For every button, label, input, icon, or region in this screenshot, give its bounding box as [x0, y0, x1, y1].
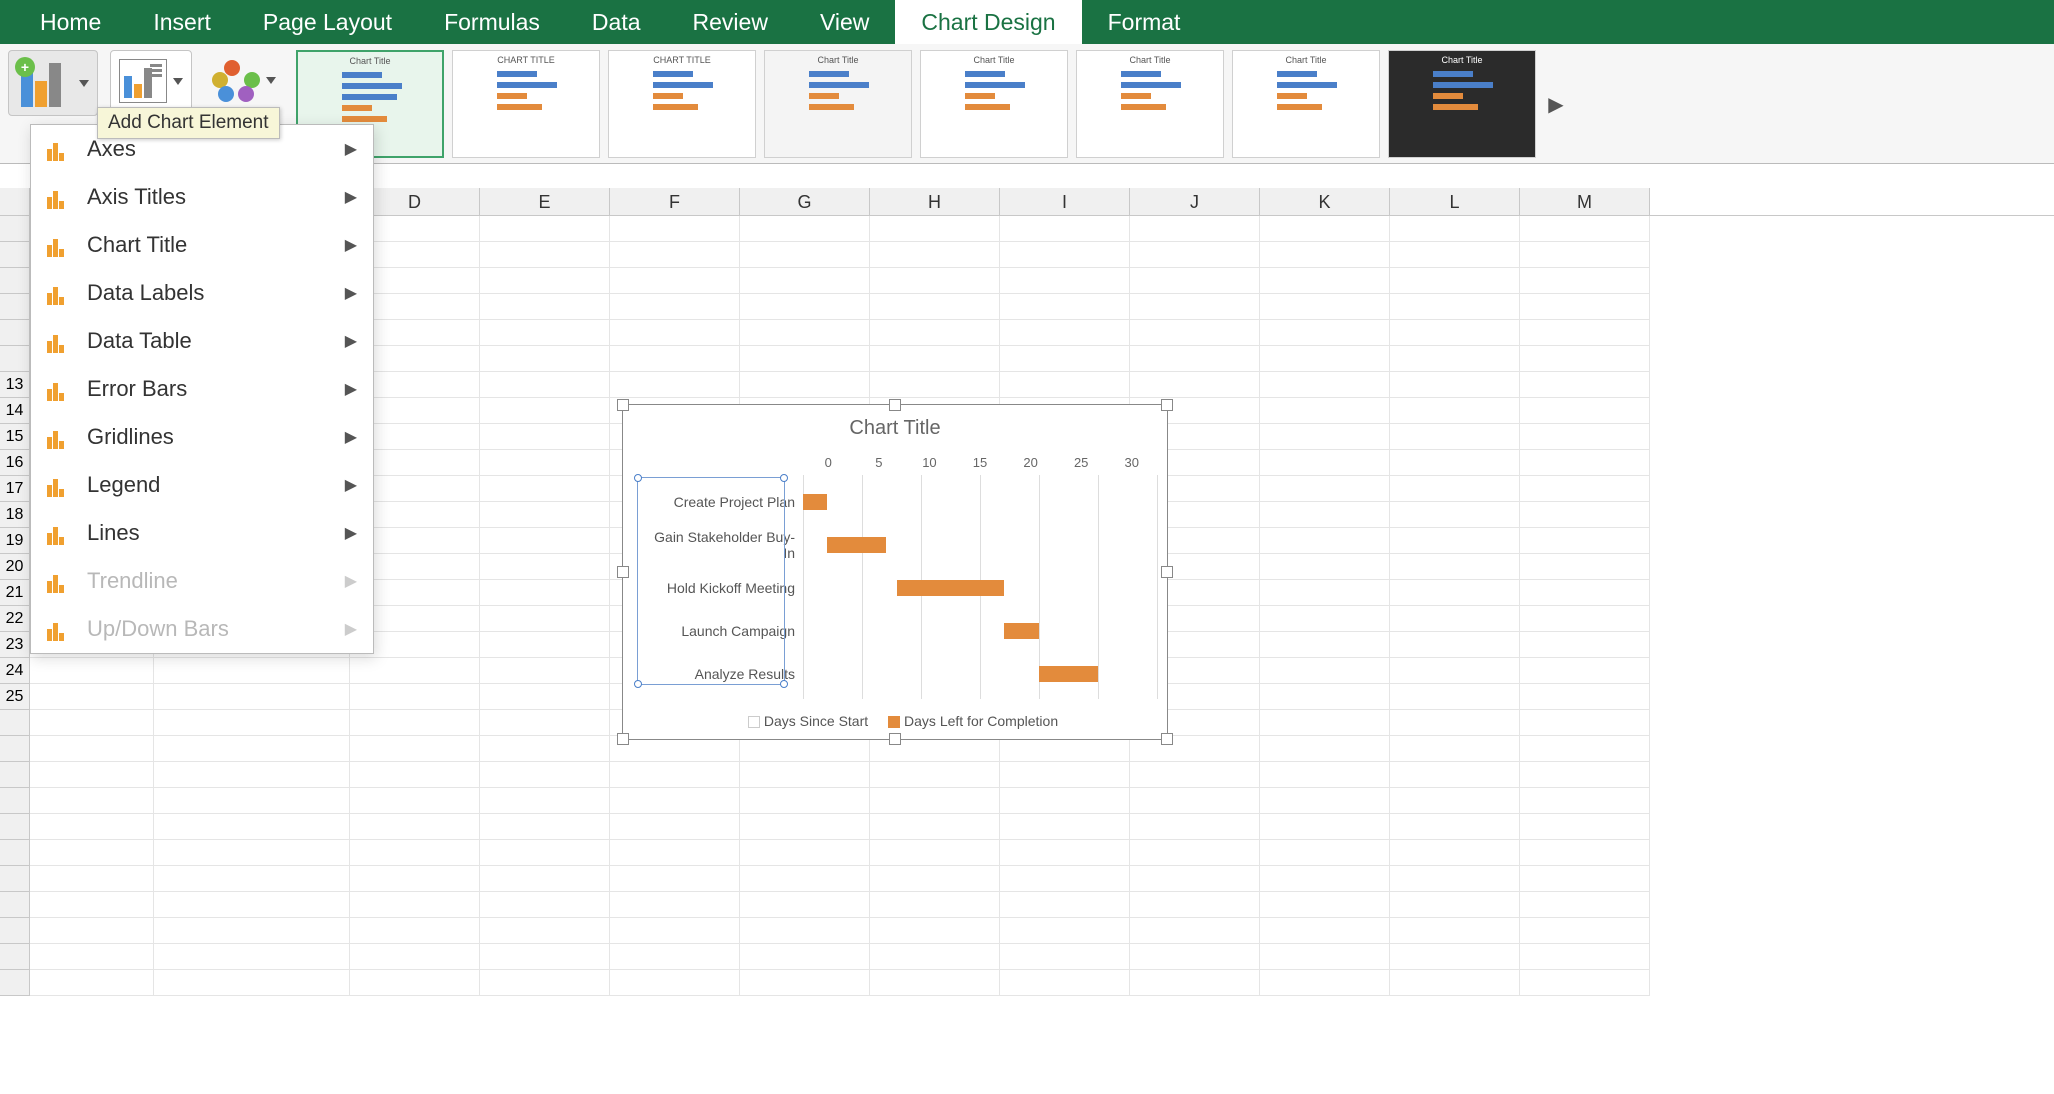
row-header-22[interactable]: 22	[0, 606, 30, 632]
dropdown-item-gridlines[interactable]: Gridlines▶	[31, 413, 373, 461]
dropdown-item-trendline: Trendline▶	[31, 557, 373, 605]
col-header-I[interactable]: I	[1000, 188, 1130, 215]
style-gallery-more-button[interactable]: ▶	[1544, 84, 1568, 124]
chart-element-icon	[47, 425, 75, 449]
ribbon-tab-format[interactable]: Format	[1082, 0, 1207, 44]
resize-handle[interactable]	[617, 733, 629, 745]
chart-element-icon	[47, 137, 75, 161]
chart-element-icon	[47, 521, 75, 545]
colors-icon	[212, 58, 260, 102]
ribbon-tab-page-layout[interactable]: Page Layout	[237, 0, 418, 44]
row-header-25[interactable]: 25	[0, 684, 30, 710]
col-header-G[interactable]: G	[740, 188, 870, 215]
chevron-down-icon	[79, 80, 89, 87]
change-colors-button[interactable]	[204, 50, 284, 110]
add-chart-element-button[interactable]: +	[8, 50, 98, 116]
col-header-H[interactable]: H	[870, 188, 1000, 215]
resize-handle[interactable]	[1161, 566, 1173, 578]
row-header-24[interactable]: 24	[0, 658, 30, 684]
row-header-16[interactable]: 16	[0, 450, 30, 476]
x-axis: 051015202530	[803, 455, 1157, 475]
chart-element-icon	[47, 329, 75, 353]
row-header-13[interactable]: 13	[0, 372, 30, 398]
ribbon-tab-review[interactable]: Review	[667, 0, 794, 44]
col-header-E[interactable]: E	[480, 188, 610, 215]
resize-handle[interactable]	[1161, 733, 1173, 745]
col-header-F[interactable]: F	[610, 188, 740, 215]
chart-style-3[interactable]: CHART TITLE	[608, 50, 756, 158]
row-header-23[interactable]: 23	[0, 632, 30, 658]
ribbon-tab-formulas[interactable]: Formulas	[418, 0, 566, 44]
chart-element-icon	[47, 281, 75, 305]
ribbon-tab-insert[interactable]: Insert	[127, 0, 237, 44]
embedded-chart[interactable]: Chart Title 051015202530 Create Project …	[622, 404, 1168, 740]
resize-handle[interactable]	[617, 399, 629, 411]
dropdown-item-error-bars[interactable]: Error Bars▶	[31, 365, 373, 413]
chart-element-icon	[47, 377, 75, 401]
resize-handle[interactable]	[1161, 399, 1173, 411]
row-header-20[interactable]: 20	[0, 554, 30, 580]
resize-handle[interactable]	[889, 733, 901, 745]
chart-style-2[interactable]: CHART TITLE	[452, 50, 600, 158]
chart-style-5[interactable]: Chart Title	[920, 50, 1068, 158]
dropdown-item-chart-title[interactable]: Chart Title▶	[31, 221, 373, 269]
dropdown-item-data-table[interactable]: Data Table▶	[31, 317, 373, 365]
row-header-15[interactable]: 15	[0, 424, 30, 450]
row-header-19[interactable]: 19	[0, 528, 30, 554]
ribbon-tabs: Home Insert Page Layout Formulas Data Re…	[0, 0, 2054, 44]
chart-style-6[interactable]: Chart Title	[1076, 50, 1224, 158]
chart-element-icon	[47, 473, 75, 497]
row-headers: 13141516171819202122232425	[0, 216, 30, 996]
dropdown-item-up-down-bars: Up/Down Bars▶	[31, 605, 373, 653]
resize-handle[interactable]	[617, 566, 629, 578]
quick-layout-button[interactable]	[110, 50, 192, 112]
quick-layout-icon	[119, 59, 167, 103]
chart-element-icon	[47, 617, 75, 641]
ribbon-tab-view[interactable]: View	[794, 0, 895, 44]
chevron-down-icon	[266, 77, 276, 84]
chart-element-icon	[47, 569, 75, 593]
chart-title[interactable]: Chart Title	[623, 405, 1167, 446]
row-header-17[interactable]: 17	[0, 476, 30, 502]
dropdown-item-data-labels[interactable]: Data Labels▶	[31, 269, 373, 317]
chart-legend[interactable]: Days Since Start Days Left for Completio…	[623, 713, 1167, 729]
col-header-K[interactable]: K	[1260, 188, 1390, 215]
ribbon-tab-chart-design[interactable]: Chart Design	[895, 0, 1081, 44]
resize-handle[interactable]	[889, 399, 901, 411]
col-header-L[interactable]: L	[1390, 188, 1520, 215]
chart-style-gallery: Chart Title CHART TITLE CHART TITLE	[296, 50, 1568, 158]
chart-element-icon	[47, 185, 75, 209]
chart-element-icon	[47, 233, 75, 257]
chart-style-7[interactable]: Chart Title	[1232, 50, 1380, 158]
row-header-21[interactable]: 21	[0, 580, 30, 606]
add-chart-element-dropdown: Add Chart Element Axes▶Axis Titles▶Chart…	[30, 124, 374, 654]
chart-style-8[interactable]: Chart Title	[1388, 50, 1536, 158]
chevron-down-icon	[173, 78, 183, 85]
dropdown-item-legend[interactable]: Legend▶	[31, 461, 373, 509]
row-header-14[interactable]: 14	[0, 398, 30, 424]
ribbon-tab-home[interactable]: Home	[14, 0, 127, 44]
chart-style-4[interactable]: Chart Title	[764, 50, 912, 158]
row-header-18[interactable]: 18	[0, 502, 30, 528]
col-header-J[interactable]: J	[1130, 188, 1260, 215]
ribbon-tab-data[interactable]: Data	[566, 0, 667, 44]
add-chart-element-icon: +	[17, 59, 73, 107]
add-chart-element-tooltip: Add Chart Element	[97, 107, 280, 139]
dropdown-item-axis-titles[interactable]: Axis Titles▶	[31, 173, 373, 221]
col-header-M[interactable]: M	[1520, 188, 1650, 215]
selected-plot-element[interactable]	[637, 477, 785, 685]
dropdown-item-lines[interactable]: Lines▶	[31, 509, 373, 557]
